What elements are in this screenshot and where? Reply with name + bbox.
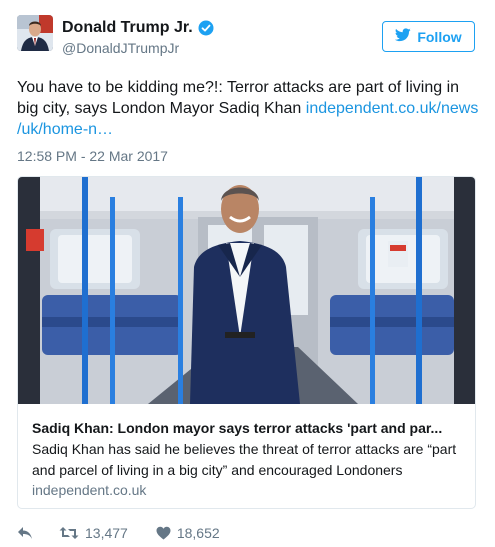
tweet-text: You have to be kidding me?!: Terror atta… [17,77,479,140]
card-domain: independent.co.uk [32,482,147,498]
follow-button[interactable]: Follow [382,21,475,52]
reply-icon [17,526,33,540]
link-card[interactable]: Sadiq Khan: London mayor says terror att… [17,176,476,509]
avatar-image [17,15,53,51]
like-button[interactable]: 18,652 [156,525,220,541]
verified-badge-icon [198,20,214,36]
tweet-embed: Donald Trump Jr. @DonaldJTrumpJr Follow … [0,0,495,547]
user-handle[interactable]: @DonaldJTrumpJr [62,40,179,56]
heart-icon [156,526,171,540]
tweet-link-line2: /uk/home-n… [17,121,114,138]
retweet-icon [59,526,79,540]
follow-button-label: Follow [417,28,462,45]
user-name-row[interactable]: Donald Trump Jr. [62,19,214,37]
card-description: Sadiq Khan has said he believes the thre… [32,441,457,478]
reply-button[interactable] [17,526,33,540]
card-title: Sadiq Khan: London mayor says terror att… [32,420,443,436]
display-name[interactable]: Donald Trump Jr. [62,19,193,37]
retweet-count: 13,477 [85,525,128,541]
card-body: Sadiq Khan: London mayor says terror att… [32,419,462,500]
tweet-timestamp[interactable]: 12:58 PM - 22 Mar 2017 [17,148,168,164]
like-count: 18,652 [176,525,220,541]
retweet-button[interactable]: 13,477 [59,525,128,541]
avatar[interactable] [17,15,53,51]
twitter-bird-icon [395,28,412,45]
tweet-actions: 13,477 18,652 [17,522,220,544]
tweet-link-line1: independent.co.uk/news [305,100,479,117]
card-image [18,177,475,404]
